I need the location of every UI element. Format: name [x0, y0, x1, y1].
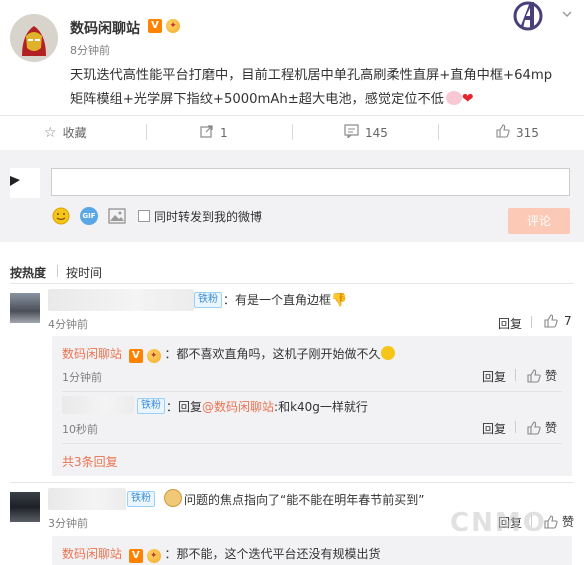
repost-checkbox-label[interactable]: 同时转发到我的微博 [154, 208, 262, 225]
commenter-name[interactable] [48, 488, 126, 510]
post-text-line2: 矩阵模组+光学屏下指纹+5000mAh±超大电池，感觉定位不低 ❤ [70, 91, 474, 107]
repost-icon [200, 124, 214, 141]
expand-icon[interactable] [562, 8, 572, 18]
comment-input[interactable] [51, 168, 570, 196]
medal-icon: ✦ [146, 349, 161, 363]
post-time[interactable]: 8分钟前 [70, 42, 110, 58]
comment-time: 4分钟前 [48, 318, 88, 331]
emoji-icon[interactable] [52, 207, 70, 225]
author-avatar[interactable] [10, 14, 58, 62]
comment-text: 问题的焦点指向了“能不能在明年春节前买到” [184, 493, 425, 507]
fan-badge: 铁粉 [137, 398, 165, 414]
reply-like-button[interactable]: 赞 [527, 419, 557, 436]
divider [515, 421, 516, 433]
verified-badge: V [148, 19, 162, 33]
star-icon: ☆ [44, 124, 57, 141]
reply-text: ：回复@数码闲聊站:和k40g一样就行 [166, 400, 368, 414]
mention-link[interactable]: @数码闲聊站 [202, 400, 274, 414]
tab-sort-time[interactable]: 按时间 [66, 264, 102, 281]
comment-like-button[interactable]: 赞 [544, 513, 574, 530]
reply-button[interactable]: 回复 [498, 315, 522, 332]
gif-icon[interactable]: GIF [80, 207, 98, 225]
commenter-avatar[interactable] [10, 293, 40, 323]
favorite-button[interactable]: ☆ 收藏 [44, 124, 87, 141]
comment-text: ：有是一个直角边框👎 [223, 293, 348, 308]
reply-button[interactable]: 回复 [482, 368, 506, 385]
comment-button[interactable]: 145 [344, 124, 388, 141]
commenter-name[interactable] [48, 289, 194, 311]
doge-emoji-icon [164, 489, 182, 507]
medal-icon: ✦ [146, 549, 161, 563]
reply-author[interactable]: 数码闲聊站 [62, 347, 122, 361]
comment-like-button[interactable]: 7 [544, 314, 572, 328]
composer-area [0, 150, 584, 242]
thumbs-up-icon [527, 420, 541, 435]
comment-icon [344, 124, 359, 141]
reply-button[interactable]: 回复 [482, 420, 506, 437]
thumbs-up-icon [527, 368, 541, 383]
avengers-logo [510, 0, 546, 32]
divider [515, 369, 516, 381]
divider [531, 316, 532, 328]
reply-author[interactable]: 数码闲聊站 [62, 547, 122, 561]
heart-icon: ❤ [461, 91, 474, 107]
verified-badge: V [128, 349, 143, 363]
reply-author-name[interactable] [62, 396, 134, 414]
reply-time: 10秒前 [62, 423, 98, 436]
tab-sort-hot[interactable]: 按热度 [10, 264, 46, 281]
fan-badge: 铁粉 [194, 292, 222, 308]
repost-button[interactable]: 1 [200, 124, 228, 141]
reply-time: 1分钟前 [62, 371, 102, 384]
more-replies-link[interactable]: 共3条回复 [62, 453, 118, 470]
like-button[interactable]: 315 [496, 124, 539, 141]
fan-badge: 铁粉 [127, 491, 155, 507]
thumbs-down-icon: 👎 [331, 293, 348, 308]
comment-time: 3分钟前 [48, 517, 88, 530]
reply-item: 数码闲聊站 V ✦ ：都不喜欢直角吗，这机子刚开始做不久 [62, 345, 395, 363]
laugh-emoji-icon [380, 346, 395, 360]
repost-checkbox[interactable] [138, 210, 150, 222]
pig-emoji-icon [445, 91, 462, 105]
tab-divider [57, 265, 58, 277]
author-name[interactable]: 数码闲聊站 [70, 18, 140, 38]
watermark: CNMO [450, 508, 547, 538]
post-text-line1: 天玑迭代高性能平台打磨中，目前工程机居中单孔高刷柔性直屏+直角中框+64mp [70, 68, 553, 83]
commenter-avatar[interactable] [10, 492, 40, 522]
reply-text: ：都不喜欢直角吗，这机子刚开始做不久 [164, 347, 381, 361]
thumbs-up-icon [496, 124, 510, 141]
reply-like-button[interactable]: 赞 [527, 367, 557, 384]
reply-item: 数码闲聊站 V ✦ ：那不能，这个迭代平台还没有规模出货 [62, 545, 381, 563]
submit-comment-button[interactable]: 评论 [508, 208, 570, 234]
current-user-avatar[interactable] [10, 168, 40, 198]
verified-badge: V [128, 549, 143, 563]
image-icon[interactable] [108, 208, 126, 224]
medal-icon: ✦ [166, 19, 180, 33]
reply-text: ：那不能，这个迭代平台还没有规模出货 [164, 547, 381, 561]
thumbs-up-icon [544, 314, 558, 328]
